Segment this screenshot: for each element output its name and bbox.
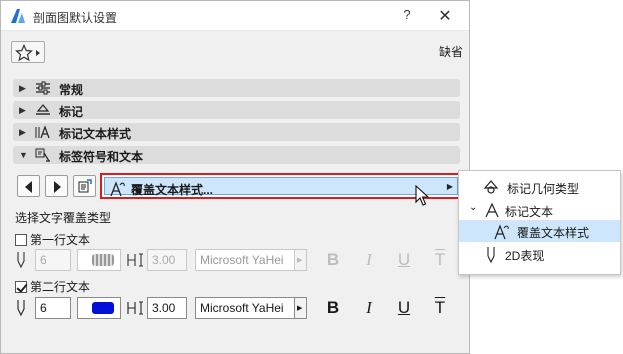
arrow-right-icon: [54, 181, 61, 193]
general-settings-icon: [36, 81, 50, 95]
pen-icon: [17, 252, 25, 269]
underline-button[interactable]: U: [394, 298, 414, 318]
pen-color-button[interactable]: [77, 249, 121, 271]
second-line-properties: 6 3.00 Microsoft YaHei ▶ B I U T: [13, 296, 463, 320]
checkbox[interactable]: [15, 281, 27, 293]
close-button[interactable]: ✕: [435, 6, 455, 26]
bold-button[interactable]: B: [323, 250, 343, 270]
label-symbol-icon: [35, 148, 50, 162]
section-label: 常规: [59, 83, 84, 97]
pen-icon: [487, 247, 495, 264]
pen-number-field[interactable]: 6: [35, 297, 71, 319]
strikethrough-button[interactable]: T: [430, 298, 450, 318]
text-style-icon: [110, 181, 125, 197]
page-navigation-popup: 标记几何类型 ⌄ 标记文本 覆盖文本样式 2D表现: [458, 170, 621, 275]
italic-button[interactable]: I: [359, 250, 379, 270]
window-title: 剖面图默认设置: [33, 11, 118, 25]
italic-button[interactable]: I: [359, 298, 379, 318]
pen-number-field[interactable]: 6: [35, 249, 71, 271]
next-button[interactable]: [45, 175, 68, 197]
marker-icon: [36, 104, 50, 115]
section-label: 标签符号和文本: [59, 150, 144, 164]
text-style-dropdown[interactable]: 覆盖文本样式... ▶: [100, 173, 462, 199]
star-icon: [15, 44, 40, 62]
first-line-checkbox[interactable]: 第一行文本: [15, 231, 90, 248]
text-size-field[interactable]: 3.00: [147, 249, 187, 271]
default-label: 缺省: [439, 45, 464, 59]
strikethrough-button[interactable]: T: [430, 250, 450, 270]
text-size-icon: [127, 253, 143, 267]
collapse-arrow-icon: ▶: [19, 105, 26, 115]
popup-item-override-text-style[interactable]: 覆盖文本样式: [459, 220, 620, 242]
arrow-left-icon: [25, 181, 32, 193]
section-general[interactable]: ▶ 常规: [13, 79, 460, 97]
section-label-symbol-text[interactable]: ▼ 标签符号和文本: [13, 146, 460, 164]
favorites-button[interactable]: [11, 41, 45, 63]
collapse-arrow-icon: ▶: [19, 127, 26, 137]
marker-text-style-icon: [35, 125, 50, 139]
marker-geometry-icon: [483, 180, 499, 194]
section-default-settings-dialog: 剖面图默认设置 ? ✕ 缺省 ▶ 常规 ▶ 标记 ▶ 标记文本样式 ▼ 标签符号…: [0, 0, 470, 354]
font-dropdown-arrow-icon[interactable]: ▶: [295, 249, 307, 271]
title-bar: 剖面图默认设置 ? ✕: [1, 1, 469, 31]
checkbox-label: 第一行文本: [30, 233, 91, 247]
font-field[interactable]: Microsoft YaHei: [195, 249, 295, 271]
popup-item-marker-geometry[interactable]: 标记几何类型: [459, 176, 620, 198]
text-size-icon: [127, 301, 143, 315]
font-dropdown-arrow-icon[interactable]: ▶: [295, 297, 307, 319]
section-label: 标记: [59, 105, 84, 119]
marker-text-icon: [485, 202, 499, 218]
override-type-heading: 选择文字覆盖类型: [15, 211, 112, 225]
popup-item-marker-text[interactable]: ⌄ 标记文本: [459, 199, 620, 221]
pen-color-button[interactable]: [77, 297, 121, 319]
section-marker-text-style[interactable]: ▶ 标记文本样式: [13, 123, 460, 141]
pen-icon: [17, 300, 25, 317]
text-size-field[interactable]: 3.00: [147, 297, 187, 319]
first-line-properties: 6 3.00 Microsoft YaHei ▶ B I U T: [13, 248, 463, 272]
dropdown-arrow-icon: ▶: [446, 182, 453, 191]
collapse-arrow-icon: ▶: [19, 83, 26, 93]
help-button[interactable]: ?: [397, 7, 417, 25]
popup-item-label: 标记几何类型: [507, 182, 580, 196]
dropdown-highlight: 覆盖文本样式... ▶: [104, 177, 458, 197]
text-style-icon: [494, 224, 509, 240]
color-swatch: [92, 302, 114, 314]
section-marker[interactable]: ▶ 标记: [13, 101, 460, 119]
second-line-checkbox[interactable]: 第二行文本: [15, 278, 90, 295]
color-swatch: [92, 254, 114, 266]
checkbox-label: 第二行文本: [30, 280, 91, 294]
page-settings-button[interactable]: [73, 175, 96, 197]
section-label: 标记文本样式: [59, 127, 132, 141]
popup-item-label: 覆盖文本样式: [517, 226, 590, 240]
chevron-down-icon: ⌄: [469, 202, 478, 213]
font-field[interactable]: Microsoft YaHei: [195, 297, 295, 319]
expand-arrow-icon: ▼: [19, 150, 28, 160]
dropdown-label: 覆盖文本样式...: [131, 183, 214, 197]
popup-item-label: 标记文本: [505, 205, 554, 219]
app-logo-icon: [11, 9, 25, 23]
checkbox[interactable]: [15, 234, 27, 246]
mouse-cursor-icon: [415, 185, 430, 206]
bold-button[interactable]: B: [323, 298, 343, 318]
previous-button[interactable]: [17, 175, 40, 197]
document-icon: [78, 179, 92, 193]
underline-button[interactable]: U: [394, 250, 414, 270]
popup-item-label: 2D表现: [505, 249, 545, 263]
popup-item-2d-representation[interactable]: 2D表现: [459, 243, 620, 265]
